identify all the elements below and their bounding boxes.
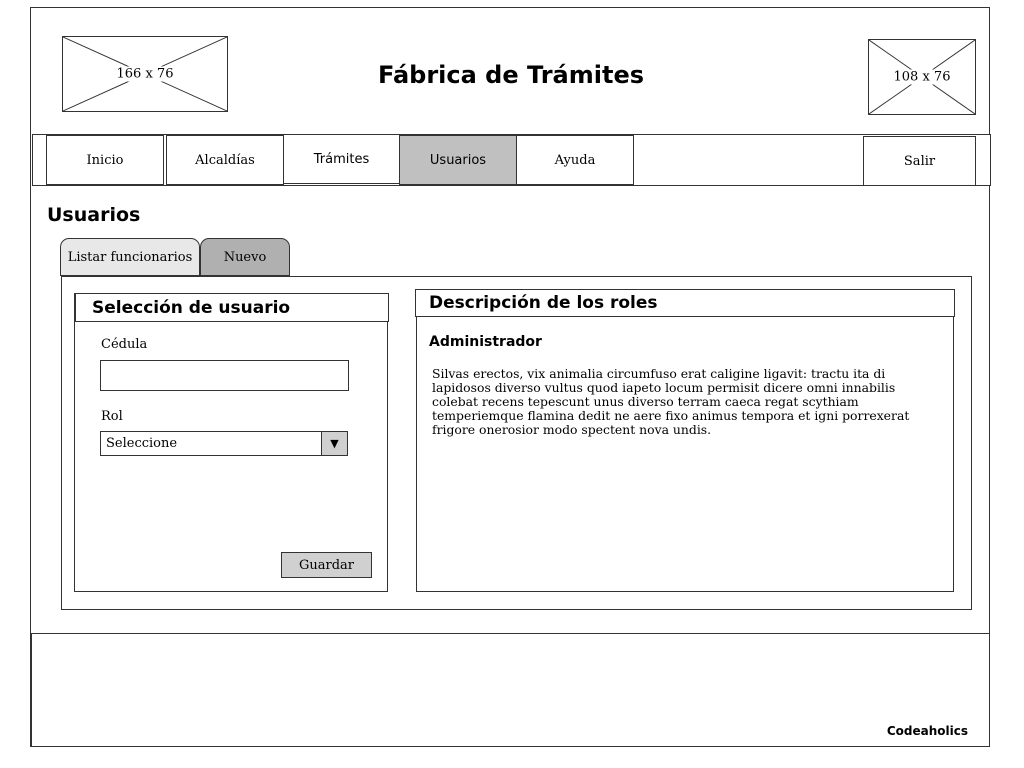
nav-item-alcaldias[interactable]: Alcaldías: [166, 135, 284, 185]
rol-select[interactable]: Seleccione ▼: [100, 431, 348, 456]
footer: [31, 633, 990, 747]
right-logo-label: 108 x 76: [869, 69, 975, 85]
left-logo-label: 166 x 76: [63, 66, 227, 82]
cedula-input[interactable]: [100, 360, 349, 391]
nav-item-inicio[interactable]: Inicio: [46, 135, 164, 185]
app-title: Fábrica de Trámites: [377, 61, 645, 89]
roles-description-title: Descripción de los roles: [415, 289, 955, 317]
user-selection-title: Selección de usuario: [75, 293, 389, 322]
nav-item-usuarios[interactable]: Usuarios: [399, 135, 517, 185]
tab-listar-funcionarios[interactable]: Listar funcionarios: [60, 238, 200, 276]
tab-nuevo[interactable]: Nuevo: [200, 238, 290, 276]
nav-item-ayuda[interactable]: Ayuda: [516, 135, 634, 185]
rol-label: Rol: [101, 409, 123, 424]
left-logo-placeholder: 166 x 76: [62, 36, 228, 112]
nav-item-tramites[interactable]: Trámites: [283, 134, 400, 184]
right-logo-placeholder: 108 x 76: [868, 39, 976, 115]
page-title: Usuarios: [47, 204, 141, 226]
role-name: Administrador: [429, 334, 542, 350]
rol-select-value: Seleccione: [106, 436, 178, 451]
dropdown-arrow-icon[interactable]: ▼: [321, 432, 347, 455]
logout-button[interactable]: Salir: [863, 136, 976, 186]
footer-brand: Codeaholics: [886, 724, 968, 738]
cedula-label: Cédula: [101, 337, 148, 352]
save-button[interactable]: Guardar: [281, 552, 372, 578]
role-description-text: Silvas erectos, vix animalia circumfuso …: [432, 366, 910, 437]
